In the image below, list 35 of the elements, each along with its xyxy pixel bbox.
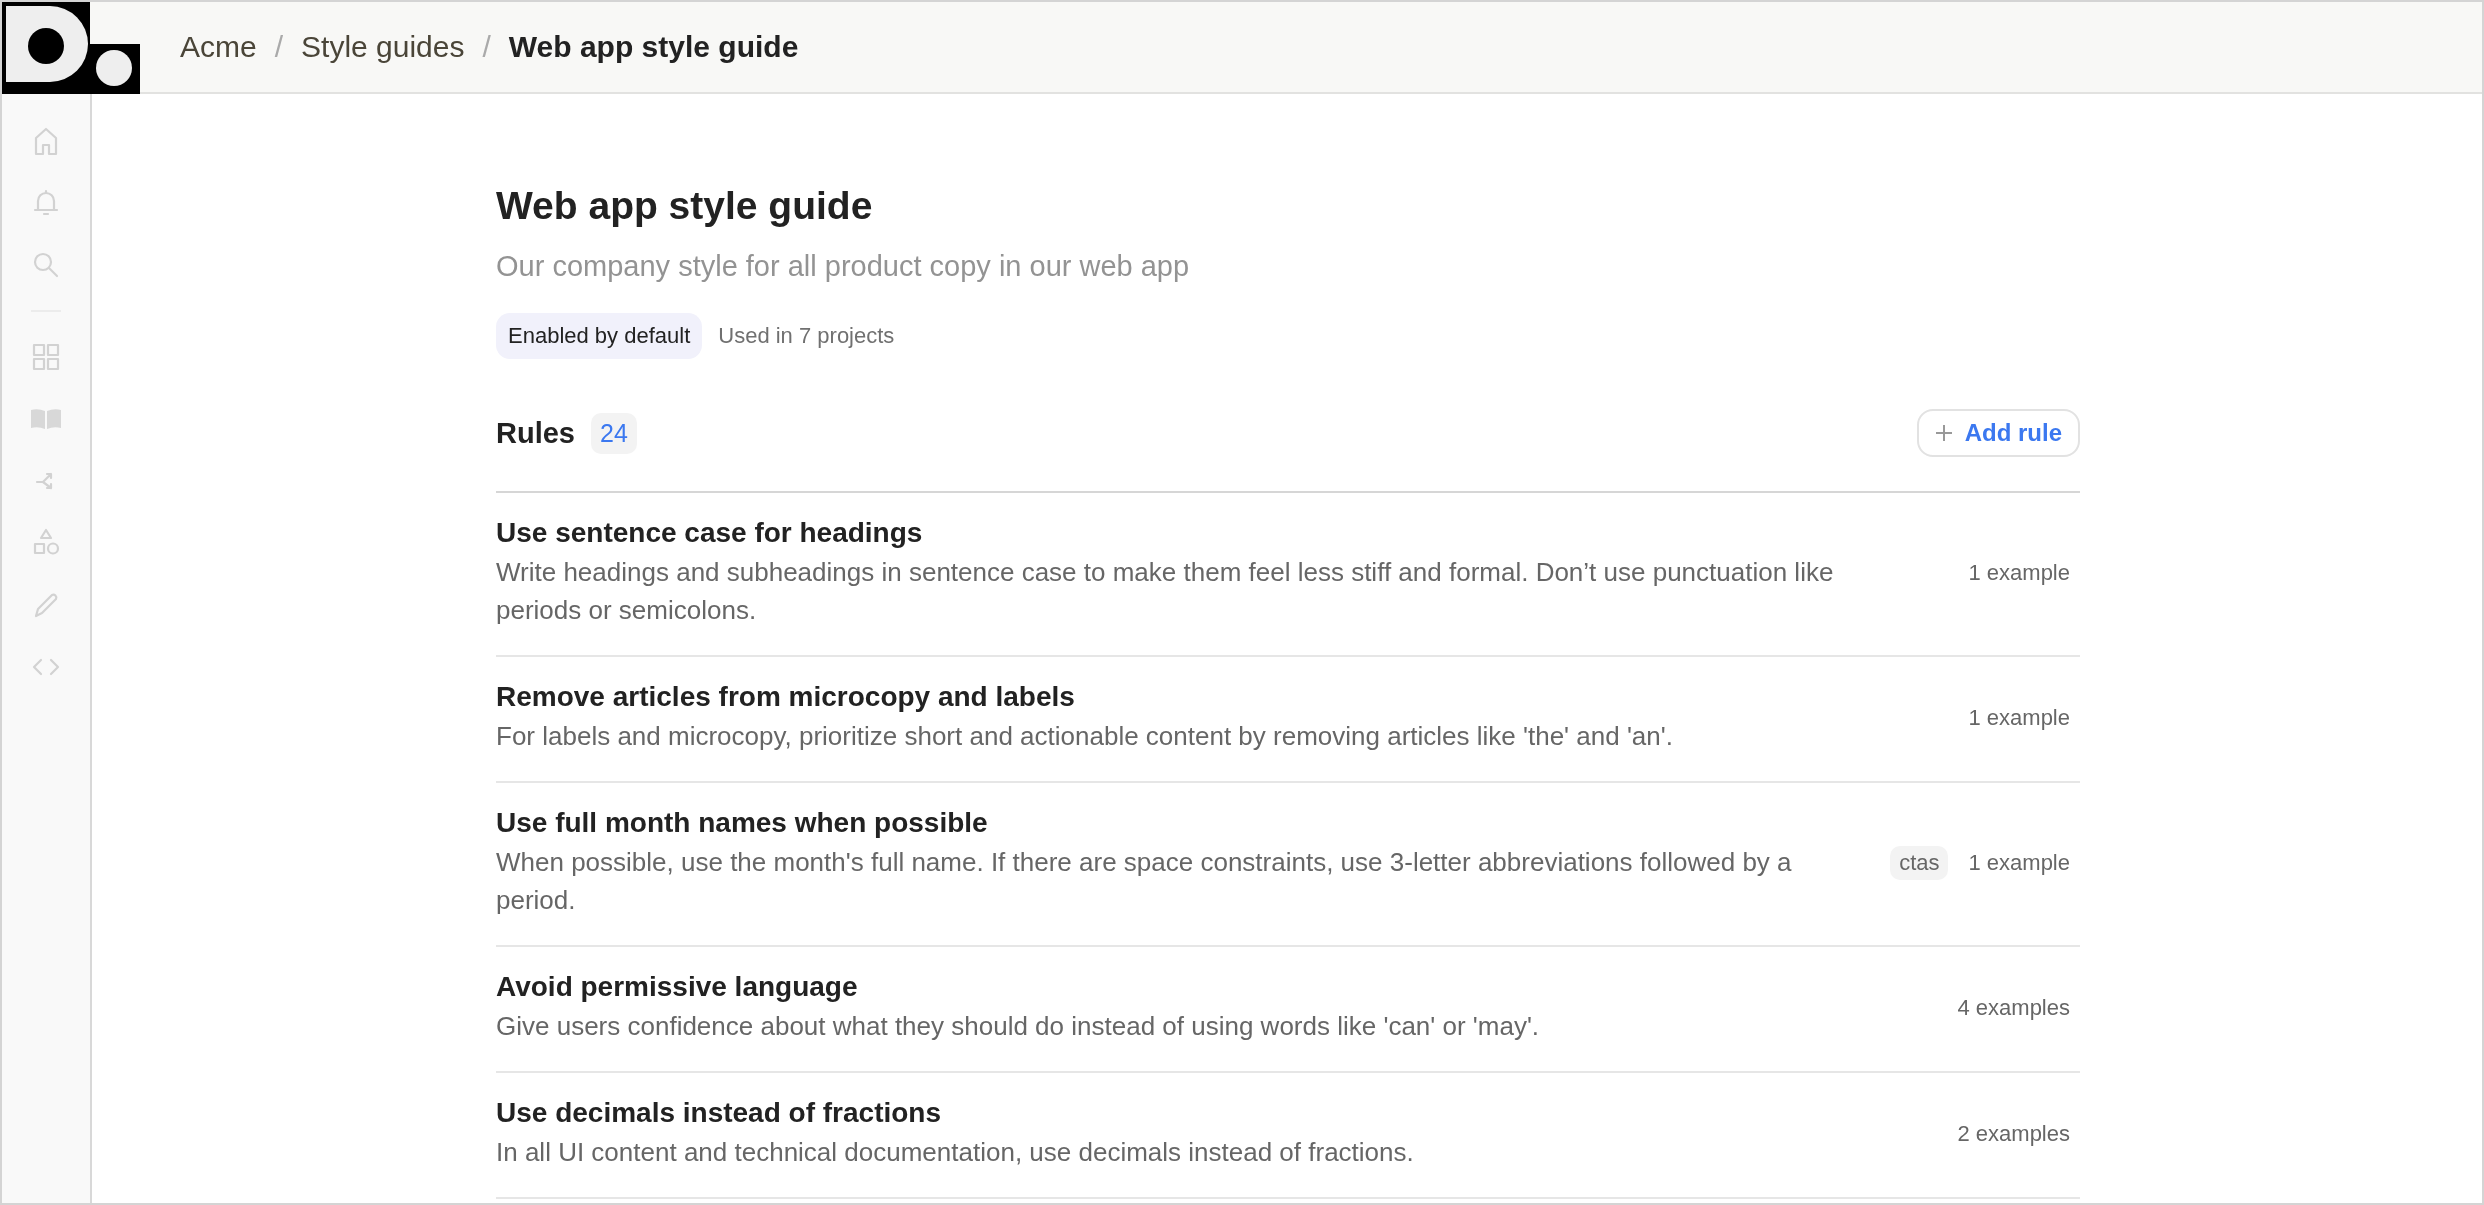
page-title: Web app style guide <box>496 184 874 228</box>
breadcrumb-separator: / <box>274 30 284 64</box>
count-badge: 24 <box>591 412 637 454</box>
breadcrumb-link[interactable]: Web app style guide <box>508 30 799 64</box>
logo[interactable] <box>2 2 140 94</box>
rule-title: Use sentence case for headings <box>496 517 924 549</box>
rule-row[interactable]: Remove articles from microcopy and labels For labels and microcopy, prioritize short and actionable content by removing articles like 'the' and 'an'. 1 example <box>496 657 2080 783</box>
section-title: Rules <box>496 416 575 450</box>
usage-text: Used in 7 projects <box>718 323 895 349</box>
rule-row[interactable]: Avoid permissive language Give users confidence about what they should do instead of using words like 'can' or 'may'. 4 examples <box>496 947 2080 1073</box>
status-badge: Enabled by default <box>496 313 703 359</box>
plus-icon <box>1934 424 1953 442</box>
rule-description: For labels and microcopy, prioritize short and actionable content by removing articles like 'the' and 'an'. <box>496 720 1674 753</box>
rule-row[interactable]: Use full month names when possible When possible, use the month's full name. If there are space constraints, use 3-letter abbreviations followed by a period. ctas 1 example <box>496 783 2080 947</box>
example-count: 1 example <box>1968 705 2070 731</box>
breadcrumb-link[interactable]: Style guides <box>301 30 465 64</box>
rule-row[interactable]: Use decimals instead of fractions In all UI content and technical documentation, use decimals instead of fractions. 2 examples <box>496 1073 2080 1199</box>
rule-description: Give users confidence about what they should do instead of using words like 'can' or 'may'. <box>496 1010 1541 1043</box>
example-count: 1 example <box>1968 560 2070 586</box>
rule-title: Remove articles from microcopy and labels <box>496 681 1076 713</box>
rule-description: In all UI content and technical documentation, use decimals instead of fractions. <box>496 1136 1415 1169</box>
example-count: 1 example <box>1968 850 2070 876</box>
tag: ctas <box>1890 846 1949 880</box>
rule-title: Use decimals instead of fractions <box>496 1097 943 1129</box>
example-count: 4 examples <box>1957 995 2070 1021</box>
example-count: 2 examples <box>1957 1121 2070 1147</box>
rule-title: Use full month names when possible <box>496 807 989 839</box>
rule-description: When possible, use the month's full name. If there are space constraints, use 3-letter abbreviations followed by a period. <box>496 846 1793 917</box>
breadcrumb-separator: / <box>482 30 491 64</box>
page-subtitle: Our company style for all product copy in our web app <box>496 250 1191 283</box>
rule-title: Avoid permissive language <box>496 971 859 1003</box>
add-rule-button[interactable]: Add rule <box>1916 409 2080 457</box>
breadcrumb-link[interactable]: Acme <box>180 30 257 64</box>
rule-description: Write headings and subheadings in sentence case to make them feel less stiff and formal. Don’t use punctuation like periods or semicolons. <box>496 556 1835 627</box>
rule-row[interactable]: Use sentence case for headings Write headings and subheadings in sentence case to make them feel less stiff and formal. Don’t use punctuation like periods or semicolons. 1 example <box>496 493 2080 657</box>
